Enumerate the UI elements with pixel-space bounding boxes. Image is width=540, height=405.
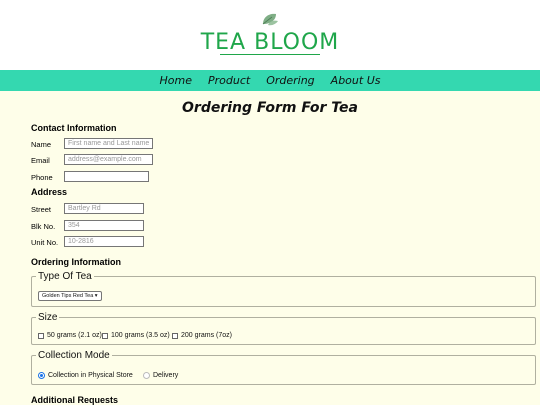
collection-radio-delivery[interactable] — [143, 372, 150, 379]
nav-ordering[interactable]: Ordering — [266, 74, 314, 87]
collection-legend: Collection Mode — [38, 350, 110, 361]
name-input[interactable]: First name and Last name — [64, 138, 153, 149]
nav-home[interactable]: Home — [160, 74, 192, 87]
phone-input[interactable] — [64, 171, 149, 182]
size-option[interactable]: 50 grams (2.1 oz) — [38, 332, 102, 339]
nav-about-us[interactable]: About Us — [331, 74, 381, 87]
size-checkbox-200g[interactable] — [172, 332, 178, 339]
street-label: Street — [31, 205, 52, 214]
street-input[interactable]: Bartley Rd — [64, 203, 144, 214]
tea-type-legend: Type Of Tea — [38, 271, 92, 282]
tea-type-selected: Golden Tips Red Tea — [42, 293, 94, 299]
site-header: TEA BLOOM — [0, 0, 540, 70]
collection-label: Delivery — [153, 372, 179, 379]
blk-input[interactable]: 354 — [64, 220, 144, 231]
address-heading: Address — [31, 187, 68, 197]
ordering-heading: Ordering Information — [31, 257, 121, 267]
unit-label: Unit No. — [31, 238, 59, 247]
email-input[interactable]: address@example.com — [64, 154, 153, 165]
chevron-down-icon: ▾ — [94, 293, 98, 299]
collection-option[interactable]: Collection in Physical Store — [38, 372, 133, 379]
page-title: Ordering Form For Tea — [182, 100, 358, 116]
size-option[interactable]: 100 grams (3.5 oz) — [102, 332, 170, 339]
collection-radio-store[interactable] — [38, 372, 45, 379]
brand-name[interactable]: TEA BLOOM — [0, 30, 540, 55]
nav-product[interactable]: Product — [208, 74, 250, 87]
unit-input[interactable]: 10-2816 — [64, 236, 144, 247]
email-label: Email — [31, 156, 50, 165]
brand-underline — [220, 54, 320, 55]
order-form: Ordering Form For Tea Contact Informatio… — [0, 91, 540, 405]
main-nav: Home Product Ordering About Us — [0, 70, 540, 91]
phone-label: Phone — [31, 173, 53, 182]
additional-heading: Additional Requests — [31, 395, 119, 405]
contact-heading: Contact Information — [31, 123, 117, 133]
size-label: 200 grams (7oz) — [181, 332, 232, 339]
size-legend: Size — [38, 312, 58, 323]
size-label: 50 grams (2.1 oz) — [47, 332, 102, 339]
size-checkbox-50g[interactable] — [38, 332, 44, 339]
collection-option[interactable]: Delivery — [143, 372, 178, 379]
collection-label: Collection in Physical Store — [48, 372, 133, 379]
size-fieldset: Size 50 grams (2.1 oz) 100 grams (3.5 oz… — [31, 312, 536, 345]
collection-fieldset: Collection Mode Collection in Physical S… — [31, 350, 536, 385]
leaf-icon — [262, 13, 278, 26]
size-label: 100 grams (3.5 oz) — [111, 332, 170, 339]
size-option[interactable]: 200 grams (7oz) — [172, 332, 232, 339]
blk-label: Blk No. — [31, 222, 56, 231]
name-label: Name — [31, 140, 52, 149]
tea-type-fieldset: Type Of Tea Golden Tips Red Tea ▾ — [31, 271, 536, 307]
tea-type-select[interactable]: Golden Tips Red Tea ▾ — [38, 291, 102, 301]
size-checkbox-100g[interactable] — [102, 332, 108, 339]
